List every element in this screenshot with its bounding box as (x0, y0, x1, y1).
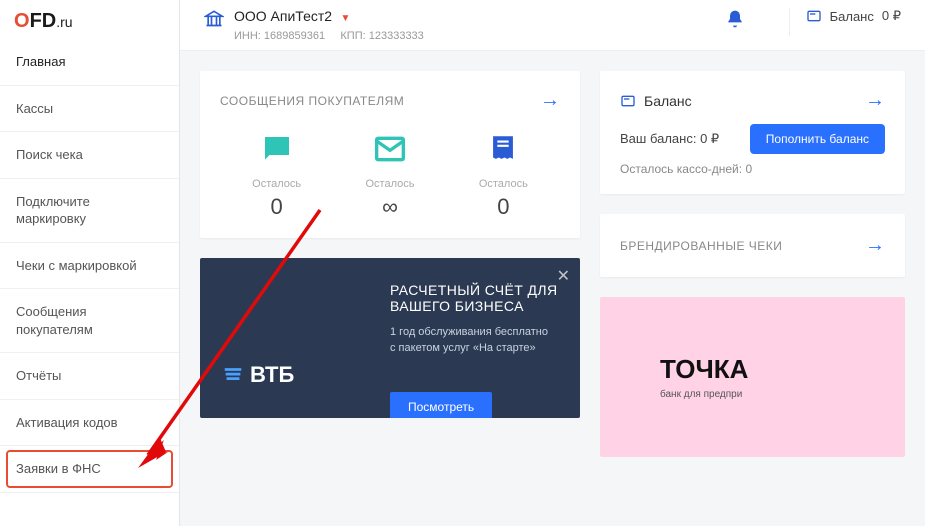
sidebar-item-main[interactable]: Главная (0, 39, 179, 86)
balance-card-title: Баланс (644, 93, 692, 109)
balance-label: Баланс (830, 9, 874, 24)
branded-card[interactable]: БРЕНДИРОВАННЫЕ ЧЕКИ → (600, 214, 905, 277)
promo-line2: с пакетом услуг «На старте» (390, 342, 560, 354)
messages-card-title: СООБЩЕНИЯ ПОКУПАТЕЛЯМ (220, 94, 404, 108)
receipt-icon (482, 130, 524, 168)
tochka-sub: банк для предпри (660, 389, 905, 400)
topup-button[interactable]: Пополнить баланс (750, 124, 885, 154)
arrow-right-icon[interactable]: → (865, 89, 885, 112)
arrow-right-icon[interactable]: → (865, 234, 885, 257)
msg-item-email: Осталось ∞ (366, 130, 415, 220)
promo-title: РАСЧЕТНЫЙ СЧЁТ ДЛЯ ВАШЕГО БИЗНЕСА (390, 282, 560, 314)
chat-icon (256, 130, 298, 168)
separator (789, 8, 790, 36)
arrow-right-icon[interactable]: → (540, 89, 560, 112)
logo: OFD.ru (0, 0, 179, 39)
balance-value: 0 ₽ (882, 8, 901, 24)
sidebar-item-search-check[interactable]: Поиск чека (0, 132, 179, 179)
chevron-down-icon: ▼ (341, 13, 351, 24)
days-label: Осталось кассо-дней: (620, 162, 742, 176)
org-meta: ИНН: 1689859361 КПП: 123333333 (234, 30, 424, 42)
bell-icon[interactable] (725, 8, 745, 35)
your-balance-value: 0 ₽ (700, 131, 719, 146)
balance-icon (620, 93, 636, 109)
sidebar-item-kassy[interactable]: Кассы (0, 86, 179, 133)
sidebar-item-checks-markirovka[interactable]: Чеки с маркировкой (0, 243, 179, 290)
tochka-logo: ТОЧКА (660, 354, 905, 385)
sidebar-item-activation[interactable]: Активация кодов (0, 400, 179, 447)
messages-card: СООБЩЕНИЯ ПОКУПАТЕЛЯМ → Осталось 0 (200, 71, 580, 238)
mail-icon (369, 130, 411, 168)
your-balance-label: Ваш баланс: (620, 131, 696, 146)
branded-title: БРЕНДИРОВАННЫЕ ЧЕКИ (620, 239, 782, 253)
main: ООО АпиТест2 ▼ ИНН: 1689859361 КПП: 1233… (180, 0, 925, 526)
balance-icon (806, 8, 822, 24)
bank-icon (204, 8, 224, 33)
org-name: ООО АпиТест2 (234, 8, 332, 24)
days-value: 0 (745, 162, 752, 176)
sidebar-item-messages[interactable]: Сообщения покупателям (0, 289, 179, 353)
vtb-logo: ВТБ (222, 362, 294, 388)
sidebar-item-fns[interactable]: Заявки в ФНС (0, 446, 179, 493)
sidebar-item-markirovka-connect[interactable]: Подключите маркировку (0, 179, 179, 243)
sidebar: OFD.ru Главная Кассы Поиск чека Подключи… (0, 0, 180, 526)
topbar-balance[interactable]: Баланс 0 ₽ (806, 8, 901, 24)
sidebar-item-reports[interactable]: Отчёты (0, 353, 179, 400)
msg-item-receipt: Осталось 0 (479, 130, 528, 220)
promo-view-button[interactable]: Посмотреть (390, 392, 492, 418)
msg-item-sms: Осталось 0 (252, 130, 301, 220)
balance-card: Баланс → Ваш баланс: 0 ₽ Пополнить балан… (600, 71, 905, 194)
promo-vtb[interactable]: ✕ РАСЧЕТНЫЙ СЧЁТ ДЛЯ ВАШЕГО БИЗНЕСА 1 го… (200, 258, 580, 418)
topbar: ООО АпиТест2 ▼ ИНН: 1689859361 КПП: 1233… (180, 0, 925, 51)
org-selector[interactable]: ООО АпиТест2 ▼ ИНН: 1689859361 КПП: 1233… (204, 8, 424, 42)
promo-line1: 1 год обслуживания бесплатно (390, 326, 560, 338)
promo-tochka[interactable]: ТОЧКА банк для предпри (600, 297, 905, 457)
